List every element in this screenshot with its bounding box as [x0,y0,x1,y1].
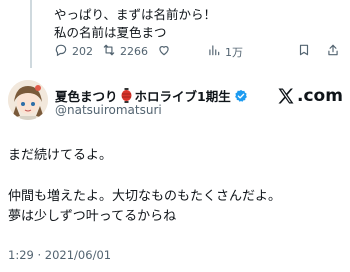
tweet-action-bar: 202 2266 1万 [54,43,344,61]
tweet-author-header: 夏色まつり ホロライブ1期生 @natsuiromatsuri .com [8,80,344,120]
reply-icon [54,43,68,60]
avatar[interactable] [8,80,48,120]
author-handle[interactable]: @natsuiromatsuri [55,103,162,117]
retweet-count: 2266 [120,45,148,58]
bookmark-icon [297,43,311,60]
verified-badge-icon [234,89,248,103]
tweet-timestamp[interactable]: 1:29 · 2021/06/01 [8,248,111,262]
share-button[interactable] [326,43,340,60]
reply-button[interactable]: 202 [54,43,93,60]
tweet-text-line-2: 仲間も増えたよ。大切なものもたくさんだよ。 [8,189,282,204]
reply-count: 202 [72,45,93,58]
heart-icon [157,43,171,60]
views-count: 1万 [225,45,243,59]
retweet-button[interactable]: 2266 [102,43,148,60]
previous-tweet-text: やっぱり、まずは名前から！ 私の名前は夏色まつ [54,6,216,42]
views-icon [207,43,221,60]
lantern-icon [121,88,132,103]
x-logo[interactable]: .com [276,86,343,106]
bookmark-button[interactable] [297,43,311,60]
x-logo-text: .com [297,86,343,106]
views-button[interactable]: 1万 [207,43,243,60]
retweet-icon [102,43,116,60]
x-logo-icon [276,86,296,106]
tweet-text-line-3: 夢は少しずつ叶ってるからね [8,209,177,224]
previous-tweet-line-1: やっぱり、まずは名前から！ [54,7,217,22]
share-icon [326,43,340,60]
thread-connector-line [30,0,32,68]
like-button[interactable] [157,43,175,60]
tweet-text-line-1: まだ続けてるよ。 [8,148,113,163]
previous-tweet-line-2: 私の名前は夏色まつ [54,25,167,40]
